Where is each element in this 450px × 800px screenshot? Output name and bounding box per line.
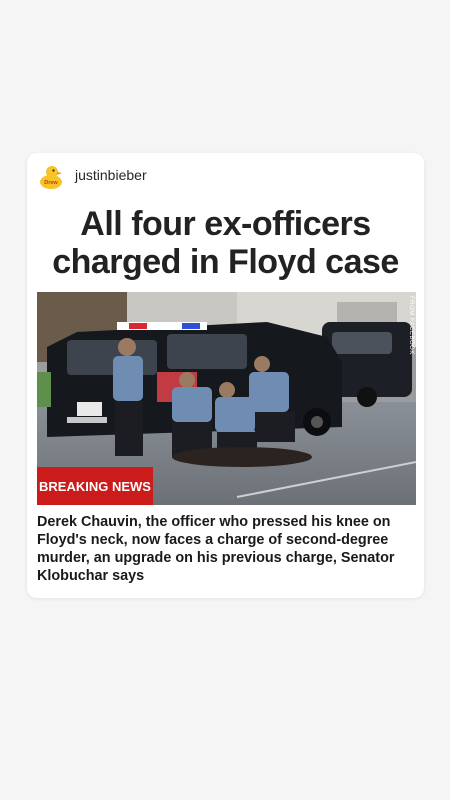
headline: All four ex-officers charged in Floyd ca… bbox=[52, 205, 399, 281]
post-card: Drew justinbieber All four ex-officers c… bbox=[27, 153, 424, 598]
svg-text:Drew: Drew bbox=[44, 180, 58, 186]
article-summary: Derek Chauvin, the officer who pressed h… bbox=[37, 514, 395, 584]
rubber-duck-icon: Drew bbox=[37, 163, 65, 191]
post-header: Drew justinbieber bbox=[27, 153, 424, 201]
news-photo: FROM FACEBOOK BREAKING NEWS bbox=[37, 292, 416, 505]
photo-credit: FROM FACEBOOK bbox=[408, 296, 414, 355]
avatar[interactable]: Drew bbox=[37, 163, 65, 191]
breaking-news-badge: BREAKING NEWS bbox=[37, 467, 153, 505]
username-link[interactable]: justinbieber bbox=[75, 167, 147, 183]
